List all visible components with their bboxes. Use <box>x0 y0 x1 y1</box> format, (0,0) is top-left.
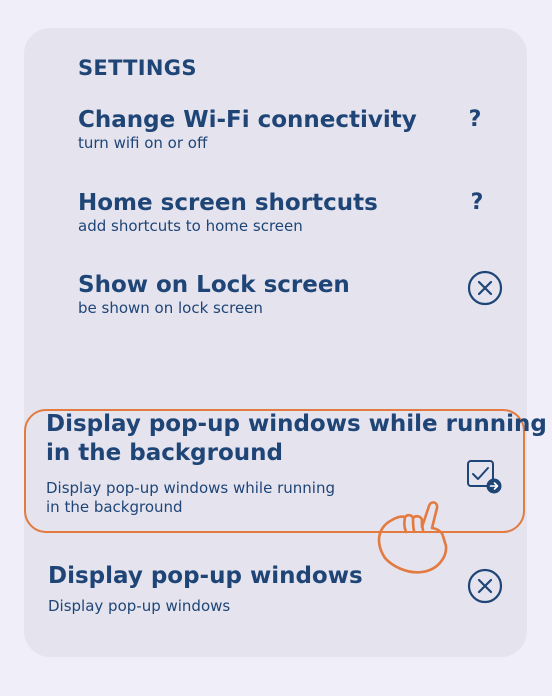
item-title: Show on Lock screen <box>78 272 350 298</box>
help-icon[interactable]: ? <box>463 107 487 132</box>
settings-item-popup-windows[interactable]: Display pop-up windows Display pop-up wi… <box>48 561 363 616</box>
checkbox-checked-icon[interactable] <box>465 458 503 496</box>
item-subtitle: turn wifi on or off <box>78 134 208 152</box>
item-title: Home screen shortcuts <box>78 190 378 216</box>
settings-item-wifi[interactable]: Change Wi-Fi connectivity turn wifi on o… <box>78 106 417 153</box>
settings-title: SETTINGS <box>78 56 197 80</box>
close-circle-icon[interactable] <box>467 568 503 604</box>
item-subtitle-line: in the background <box>46 498 183 516</box>
close-circle-icon[interactable] <box>467 270 503 306</box>
help-icon[interactable]: ? <box>465 190 489 215</box>
item-title: Display pop-up windows <box>48 563 363 589</box>
item-subtitle: be shown on lock screen <box>78 299 263 317</box>
item-title: Change Wi-Fi connectivity <box>78 107 417 133</box>
settings-item-home-shortcuts[interactable]: Home screen shortcuts add shortcuts to h… <box>78 189 378 236</box>
settings-item-lock-screen[interactable]: Show on Lock screen be shown on lock scr… <box>78 271 350 318</box>
item-subtitle-line: Display pop-up windows while running <box>46 479 335 497</box>
item-subtitle: add shortcuts to home screen <box>78 217 303 235</box>
item-subtitle: Display pop-up windows <box>48 597 231 615</box>
item-title-line: Display pop-up windows while running <box>46 411 547 437</box>
item-subtitle: Display pop-up windows while running in … <box>46 479 335 517</box>
